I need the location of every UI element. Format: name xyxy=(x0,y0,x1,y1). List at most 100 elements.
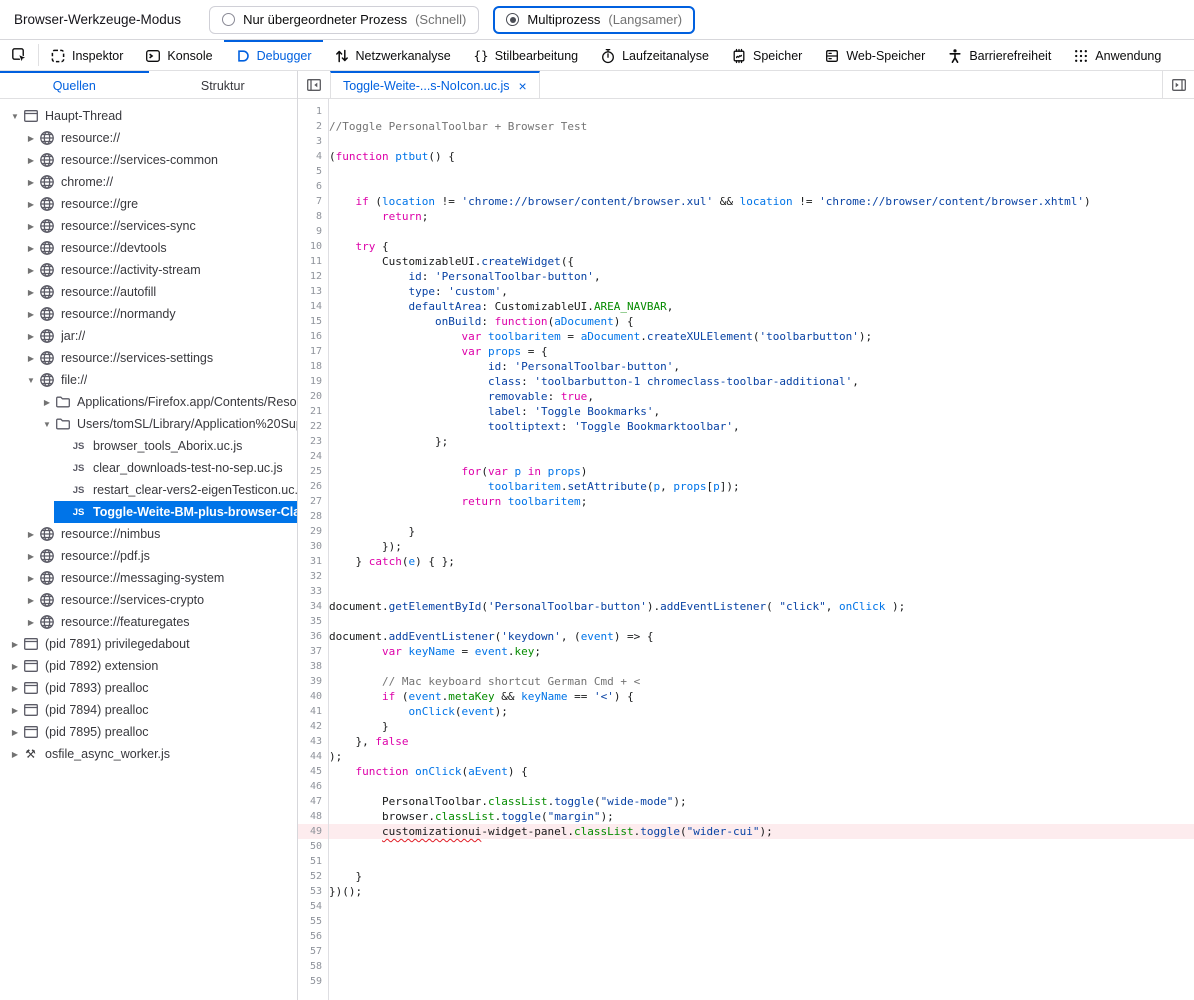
line-number[interactable]: 51 xyxy=(298,854,328,869)
chevron-right-icon[interactable]: ▶ xyxy=(8,662,22,671)
line-number[interactable]: 6 xyxy=(298,179,328,194)
tab-application[interactable]: Anwendung xyxy=(1062,40,1172,70)
tree-item[interactable]: ▶chrome:// xyxy=(22,171,297,193)
line-number[interactable]: 18 xyxy=(298,359,328,374)
chevron-right-icon[interactable]: ▶ xyxy=(24,618,38,627)
chevron-right-icon[interactable]: ▶ xyxy=(24,596,38,605)
tree-item[interactable]: ▶(pid 7891) privilegedabout xyxy=(6,633,297,655)
line-number[interactable]: 48 xyxy=(298,809,328,824)
line-number[interactable]: 53 xyxy=(298,884,328,899)
tree-item[interactable]: ▼Users/tomSL/Library/Application%20Suppo… xyxy=(38,413,297,435)
line-number[interactable]: 27 xyxy=(298,494,328,509)
line-number[interactable]: 12 xyxy=(298,269,328,284)
tree-item[interactable]: ▶resource://services-sync xyxy=(22,215,297,237)
line-number[interactable]: 43 xyxy=(298,734,328,749)
chevron-down-icon[interactable]: ▼ xyxy=(8,112,22,121)
tree-item[interactable]: ▶resource://gre xyxy=(22,193,297,215)
line-number[interactable]: 4 xyxy=(298,149,328,164)
tree-item[interactable]: ▶resource://normandy xyxy=(22,303,297,325)
line-number[interactable]: 9 xyxy=(298,224,328,239)
tree-item[interactable]: ▶resource://nimbus xyxy=(22,523,297,545)
line-number[interactable]: 13 xyxy=(298,284,328,299)
parent-process-option[interactable]: Nur übergeordneter Prozess(Schnell) xyxy=(209,6,479,34)
close-icon[interactable]: × xyxy=(519,79,527,93)
line-number[interactable]: 45 xyxy=(298,764,328,779)
line-number[interactable]: 40 xyxy=(298,689,328,704)
line-number[interactable]: 17 xyxy=(298,344,328,359)
tree-item[interactable]: JSToggle-Weite-BM-plus-browser-Class-N xyxy=(54,501,297,523)
line-number[interactable]: 37 xyxy=(298,644,328,659)
tree-item[interactable]: ▶resource://messaging-system xyxy=(22,567,297,589)
collapse-pane-icon[interactable] xyxy=(298,71,330,98)
tree-item[interactable]: JSclear_downloads-test-no-sep.uc.js xyxy=(54,457,297,479)
line-number[interactable]: 30 xyxy=(298,539,328,554)
line-number[interactable]: 50 xyxy=(298,839,328,854)
line-number[interactable]: 26 xyxy=(298,479,328,494)
tree-item[interactable]: ▶resource:// xyxy=(22,127,297,149)
line-number[interactable]: 47 xyxy=(298,794,328,809)
chevron-right-icon[interactable]: ▶ xyxy=(8,640,22,649)
line-number[interactable]: 28 xyxy=(298,509,328,524)
chevron-right-icon[interactable]: ▶ xyxy=(8,728,22,737)
line-number[interactable]: 2 xyxy=(298,119,328,134)
line-number[interactable]: 19 xyxy=(298,374,328,389)
radio-checked-icon[interactable] xyxy=(506,13,519,26)
line-number[interactable]: 54 xyxy=(298,899,328,914)
chevron-right-icon[interactable]: ▶ xyxy=(24,530,38,539)
line-number[interactable]: 25 xyxy=(298,464,328,479)
tree-item[interactable]: ▶resource://devtools xyxy=(22,237,297,259)
line-number[interactable]: 46 xyxy=(298,779,328,794)
line-number[interactable]: 1 xyxy=(298,104,328,119)
line-number[interactable]: 23 xyxy=(298,434,328,449)
line-number[interactable]: 42 xyxy=(298,719,328,734)
sidebar-tab-quellen[interactable]: Quellen xyxy=(0,71,149,98)
tab-debugger[interactable]: Debugger xyxy=(224,40,323,70)
pick-element-button[interactable] xyxy=(0,40,38,70)
chevron-right-icon[interactable]: ▶ xyxy=(8,706,22,715)
line-number[interactable]: 36 xyxy=(298,629,328,644)
line-number[interactable]: 29 xyxy=(298,524,328,539)
tab-inspector[interactable]: Inspektor xyxy=(39,40,134,70)
chevron-right-icon[interactable]: ▶ xyxy=(40,398,54,407)
chevron-down-icon[interactable]: ▼ xyxy=(40,420,54,429)
tree-item[interactable]: ▶(pid 7892) extension xyxy=(6,655,297,677)
chevron-right-icon[interactable]: ▶ xyxy=(8,684,22,693)
line-number[interactable]: 57 xyxy=(298,944,328,959)
line-number[interactable]: 41 xyxy=(298,704,328,719)
tree-item[interactable]: JSrestart_clear-vers2-eigenTesticon.uc.j… xyxy=(54,479,297,501)
chevron-right-icon[interactable]: ▶ xyxy=(24,332,38,341)
tab-accessibility[interactable]: Barrierefreiheit xyxy=(936,40,1062,70)
line-number[interactable]: 24 xyxy=(298,449,328,464)
line-number[interactable]: 7 xyxy=(298,194,328,209)
chevron-right-icon[interactable]: ▶ xyxy=(24,178,38,187)
chevron-right-icon[interactable]: ▶ xyxy=(24,244,38,253)
tab-performance[interactable]: Laufzeitanalyse xyxy=(589,40,720,70)
tree-item[interactable]: ▶jar:// xyxy=(22,325,297,347)
chevron-right-icon[interactable]: ▶ xyxy=(24,222,38,231)
chevron-right-icon[interactable]: ▶ xyxy=(24,134,38,143)
tab-netmonitor[interactable]: Netzwerkanalyse xyxy=(323,40,462,70)
line-number[interactable]: 33 xyxy=(298,584,328,599)
line-number[interactable]: 32 xyxy=(298,569,328,584)
line-number[interactable]: 8 xyxy=(298,209,328,224)
line-number[interactable]: 5 xyxy=(298,164,328,179)
tab-storage[interactable]: Web-Speicher xyxy=(813,40,936,70)
tree-item[interactable]: JSbrowser_tools_Aborix.uc.js xyxy=(54,435,297,457)
chevron-right-icon[interactable]: ▶ xyxy=(24,156,38,165)
chevron-right-icon[interactable]: ▶ xyxy=(24,200,38,209)
chevron-right-icon[interactable]: ▶ xyxy=(24,310,38,319)
tree-item[interactable]: ▶resource://featuregates xyxy=(22,611,297,633)
tree-item[interactable]: ▶(pid 7893) prealloc xyxy=(6,677,297,699)
expand-pane-icon[interactable] xyxy=(1162,71,1194,98)
tree-item[interactable]: ▼Haupt-Thread xyxy=(6,105,297,127)
chevron-down-icon[interactable]: ▼ xyxy=(24,376,38,385)
line-number[interactable]: 38 xyxy=(298,659,328,674)
tree-item[interactable]: ▶resource://services-common xyxy=(22,149,297,171)
tree-item[interactable]: ▼file:// xyxy=(22,369,297,391)
line-number[interactable]: 55 xyxy=(298,914,328,929)
chevron-right-icon[interactable]: ▶ xyxy=(24,552,38,561)
line-number[interactable]: 21 xyxy=(298,404,328,419)
chevron-right-icon[interactable]: ▶ xyxy=(24,354,38,363)
line-number[interactable]: 22 xyxy=(298,419,328,434)
tree-item[interactable]: ▶resource://autofill xyxy=(22,281,297,303)
